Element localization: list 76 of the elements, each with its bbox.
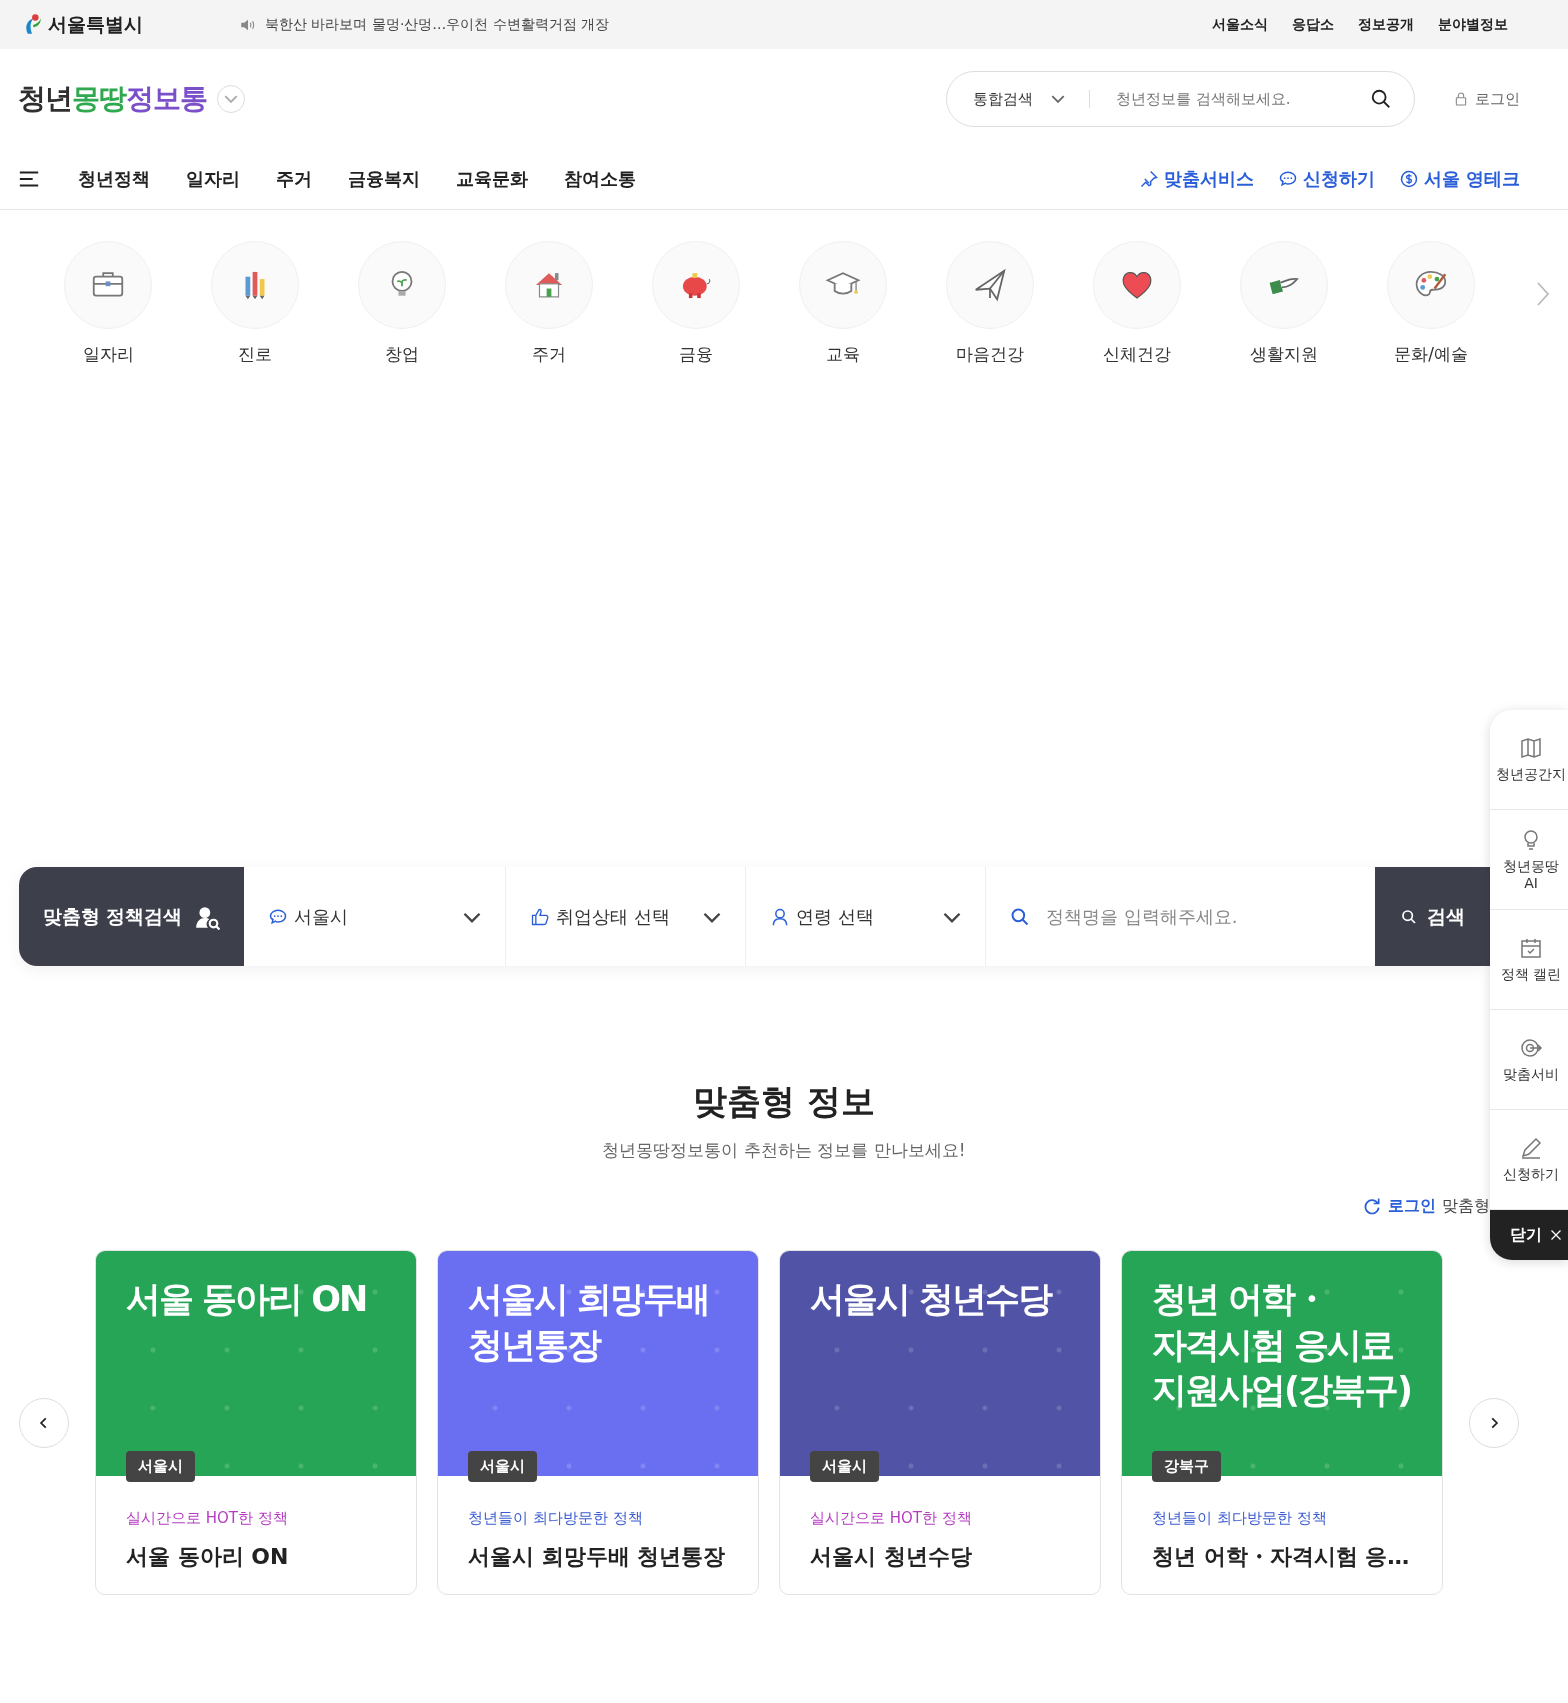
card-subtitle: 실시간으로 HOT한 정책 (126, 1509, 289, 1528)
card-title: 서울 동아리 ON (126, 1543, 290, 1571)
banner-title: 서울시 희망두배 청년통장 (468, 1278, 711, 1367)
top-link[interactable]: 서울소식 (1212, 15, 1268, 34)
section-subtitle: 청년몽땅정보통이 추천하는 정보를 만나보세요! (602, 1139, 966, 1162)
region-tag: 강북구 (1152, 1451, 1221, 1482)
side-panel-link[interactable]: 청년몽땅 AI (1490, 810, 1568, 910)
quick-link[interactable]: 신청하기 (1277, 167, 1375, 191)
nav-link[interactable]: 주거 (276, 167, 312, 191)
login-button[interactable]: 로그인 (1453, 89, 1520, 109)
notice-text[interactable]: 북한산 바라보며 물멍·산멍…우이천 수변활력거점 개장 (265, 15, 610, 34)
top-link[interactable]: 분야별정보 (1438, 15, 1508, 34)
refresh-icon (1362, 1196, 1382, 1216)
chevron-down-icon (943, 912, 961, 923)
region-tag: 서울시 (468, 1451, 537, 1482)
thumbs-up-icon (530, 906, 550, 927)
close-icon (1550, 1229, 1562, 1241)
side-panel-link[interactable]: 신청하기 (1490, 1110, 1568, 1210)
search-button[interactable]: 검색 (1375, 867, 1490, 966)
logo-dropdown-button[interactable] (217, 85, 245, 113)
login-note: 맞춤형 (1442, 1195, 1490, 1217)
map-icon (1519, 736, 1543, 761)
pencil-icon (1519, 1136, 1543, 1161)
nav-link[interactable]: 청년정책 (78, 167, 150, 191)
quick-link[interactable]: 맞춤서비스 (1138, 167, 1254, 191)
next-arrow-button[interactable] (1535, 280, 1551, 308)
search-icon (1370, 88, 1392, 110)
top-link[interactable]: 응답소 (1292, 15, 1334, 34)
card-title: 청년 어학・자격시험 응… (1152, 1543, 1411, 1571)
card-subtitle: 청년들이 최다방문한 정책 (468, 1509, 644, 1528)
policy-search-label: 맞춤형 정책검색 (42, 903, 183, 929)
banner-title: 서울시 청년수당 (810, 1278, 1053, 1321)
nav-link[interactable]: 참여소통 (564, 167, 636, 191)
card-title: 서울시 청년수당 (810, 1543, 973, 1571)
banner-title: 청년 어학・자격시험 응시료 지원사업(강북구) (1152, 1278, 1412, 1412)
nav-link[interactable]: 교육문화 (456, 167, 528, 191)
top-link[interactable]: 정보공개 (1358, 15, 1414, 34)
employment-select[interactable]: 취업상태 선택 (506, 867, 746, 966)
card-title: 서울시 희망두배 청년통장 (468, 1543, 727, 1571)
policy-card[interactable]: 서울시 희망두배 청년통장 서울시 청년들이 최다방문한 정책 서울시 희망두배 청년통장 (437, 1250, 759, 1595)
banner-title: 서울 동아리 ON (126, 1278, 368, 1321)
previous-button[interactable] (19, 1397, 69, 1448)
card-subtitle: 청년들이 최다방문한 정책 (1152, 1509, 1328, 1528)
chat-bubble-icon (1277, 169, 1298, 189)
city-logo-text[interactable]: 서울특별시 (48, 11, 143, 38)
close-button[interactable]: 닫기 (1490, 1210, 1568, 1260)
chevron-down-icon (1051, 95, 1065, 103)
login-link[interactable]: 로그인 (1388, 1195, 1436, 1217)
nav-link[interactable]: 금융복지 (348, 167, 420, 191)
chevron-down-icon (224, 95, 238, 103)
person-icon (770, 906, 790, 927)
chevron-down-icon (463, 912, 481, 923)
chevron-right-icon (1535, 280, 1551, 308)
card-subtitle: 실시간으로 HOT한 정책 (810, 1509, 973, 1528)
next-button[interactable] (1469, 1397, 1519, 1448)
search-icon (1400, 908, 1417, 925)
policy-card[interactable]: 서울시 청년수당 서울시 실시간으로 HOT한 정책 서울시 청년수당 (779, 1250, 1101, 1595)
search-scope-select[interactable]: 통합검색 (973, 89, 1065, 109)
nav-link[interactable]: 일자리 (186, 167, 240, 191)
lock-icon (1453, 91, 1469, 107)
side-panel-link[interactable]: 청년공간지 (1490, 710, 1568, 810)
policy-card[interactable]: 서울 동아리 ON 서울시 실시간으로 HOT한 정책 서울 동아리 ON (95, 1250, 417, 1595)
section-title: 맞춤형 정보 (693, 1080, 875, 1123)
side-panel-link[interactable]: 맞춤서비 (1490, 1010, 1568, 1110)
region-select[interactable]: 서울시 (244, 867, 506, 966)
side-panel-link[interactable]: 정책 캘린 (1490, 910, 1568, 1010)
site-logo[interactable]: 청년몽땅정보통 (18, 80, 207, 118)
search-icon (1010, 906, 1030, 927)
calendar-icon (1519, 936, 1543, 961)
quick-link[interactable]: 서울 영테크 (1398, 167, 1520, 191)
age-select[interactable]: 연령 선택 (746, 867, 986, 966)
region-tag: 서울시 (126, 1451, 195, 1482)
coin-icon (1398, 169, 1419, 189)
region-tag: 서울시 (810, 1451, 879, 1482)
policy-card[interactable]: 청년 어학・자격시험 응시료 지원사업(강북구) 강북구 청년들이 최다방문한 정책 청년 어학・자격시험 응… (1121, 1250, 1443, 1595)
chevron-down-icon (703, 912, 721, 923)
